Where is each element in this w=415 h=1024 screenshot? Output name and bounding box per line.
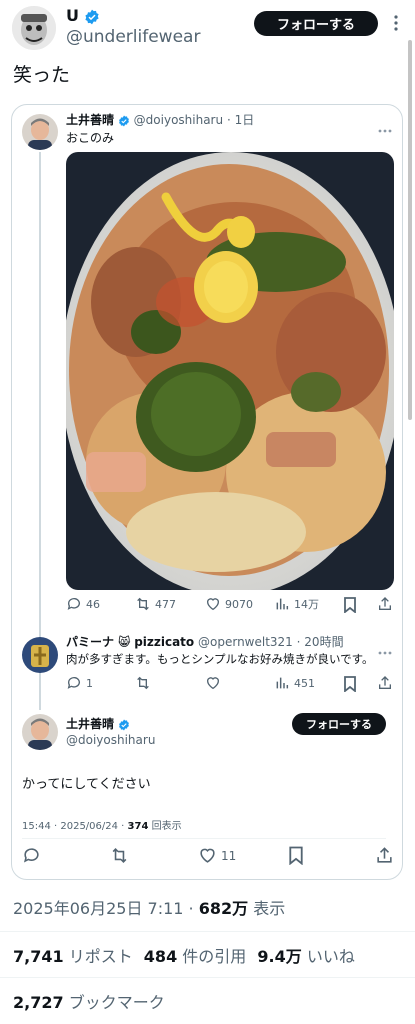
quote-like-button[interactable]: 9070 (205, 596, 253, 612)
reply-header: パミーナ 😸 pizzicato @opernwelt321 · 20時間 (66, 635, 344, 649)
reply-handle[interactable]: @opernwelt321 (198, 635, 293, 649)
reply-time[interactable]: 20時間 (304, 635, 343, 649)
scrollbar[interactable] (408, 40, 412, 420)
focus-timestamp-row: 15:44 · 2025/06/24 · 374 回表示 (22, 817, 182, 832)
bookmark-icon[interactable] (343, 676, 357, 696)
heart-icon (200, 848, 215, 863)
reply-repost-button[interactable] (135, 675, 151, 691)
reply-name[interactable]: パミーナ (66, 635, 114, 649)
quote-reply-button[interactable]: 46 (66, 596, 100, 612)
repost-icon (137, 676, 149, 690)
focus-handle[interactable]: @doiyoshiharu (66, 733, 155, 747)
focus-views-count: 374 (127, 821, 149, 832)
quote-time[interactable]: 1日 (235, 113, 255, 127)
main-follow-button[interactable]: フォローする (254, 11, 378, 36)
post-views-count: 682万 (198, 899, 249, 918)
reply-views-button[interactable]: 451 (274, 675, 315, 691)
post-views-label: 表示 (248, 899, 286, 918)
share-icon[interactable] (377, 675, 393, 695)
share-icon[interactable] (377, 596, 393, 616)
bookmarks-stat[interactable]: 2,727 ブックマーク (13, 989, 165, 1013)
main-tweet-text: 笑った (13, 64, 71, 86)
reply-text: 肉が多すぎます。もっとシンプルなお好み焼きが良いです。 (66, 652, 374, 666)
focus-reply-button[interactable] (22, 846, 41, 869)
thread-connector (39, 152, 41, 710)
quote-handle[interactable]: @doiyoshiharu (134, 113, 223, 127)
repost-icon (137, 597, 149, 611)
quote-name[interactable]: 土井善晴 (66, 113, 114, 127)
focus-tweet-text: かってにしてください (22, 777, 151, 792)
focus-follow-button[interactable]: フォローする (292, 713, 386, 735)
reposts-stat[interactable]: 7,741 リポスト (13, 947, 133, 966)
likes-stat[interactable]: 9.4万 いいね (257, 947, 354, 966)
cat-emoji-icon: 😸 (117, 635, 131, 649)
focus-repost-button[interactable] (110, 846, 129, 869)
reply-icon (67, 598, 80, 610)
quotes-stat[interactable]: 484 件の引用 (144, 947, 247, 966)
focus-like-button[interactable]: 11 (198, 846, 236, 865)
heart-icon (207, 677, 219, 690)
focus-divider (22, 838, 386, 839)
quote-text: おこのみ (66, 131, 115, 145)
post-date[interactable]: 2025年06月25日 7:11 · (13, 899, 199, 918)
share-icon[interactable] (375, 846, 394, 869)
meta-divider (0, 931, 415, 932)
focus-views-label: 回表示 (148, 821, 182, 832)
main-display-name[interactable]: U (66, 6, 79, 25)
quote-header: 土井善晴 @doiyoshiharu · 1日 (66, 113, 255, 127)
main-name-row: U (66, 6, 100, 26)
reply-name-rest[interactable]: pizzicato (134, 635, 194, 649)
engagement-divider (0, 977, 415, 978)
reply-icon (23, 848, 39, 863)
engagement-row: 7,741 リポスト 484 件の引用 9.4万 いいね (13, 943, 355, 967)
okonomiyaki-photo[interactable] (66, 152, 394, 590)
main-avatar[interactable] (12, 6, 56, 50)
bookmark-icon[interactable] (288, 846, 304, 869)
reply-icon (67, 677, 80, 689)
quote-views-button[interactable]: 14万 (274, 596, 319, 612)
verified-badge-icon (85, 9, 99, 24)
reply-reply-button[interactable]: 1 (66, 675, 93, 691)
repost-icon (112, 848, 127, 863)
views-icon (276, 598, 289, 610)
verified-badge-icon (118, 719, 129, 730)
post-meta-row: 2025年06月25日 7:11 · 682万 表示 (13, 895, 285, 919)
verified-badge-icon (118, 115, 129, 126)
focus-time[interactable]: 15:44 · 2025/06/24 · (22, 821, 128, 832)
quote-more-icon[interactable] (378, 118, 392, 137)
reply-like-button[interactable] (205, 675, 221, 691)
heart-icon (207, 598, 219, 611)
reply-avatar[interactable] (22, 637, 58, 673)
quote-avatar[interactable] (22, 114, 58, 150)
more-options-icon[interactable] (393, 14, 399, 32)
main-handle[interactable]: @underlifewear (66, 27, 200, 47)
views-icon (276, 677, 289, 689)
bookmark-icon[interactable] (343, 597, 357, 617)
quote-repost-button[interactable]: 477 (135, 596, 176, 612)
focus-name[interactable]: 土井善晴 (66, 717, 114, 731)
focus-avatar[interactable] (22, 714, 58, 750)
focus-name-row: 土井善晴 (66, 716, 130, 732)
reply-more-icon[interactable] (378, 640, 392, 659)
